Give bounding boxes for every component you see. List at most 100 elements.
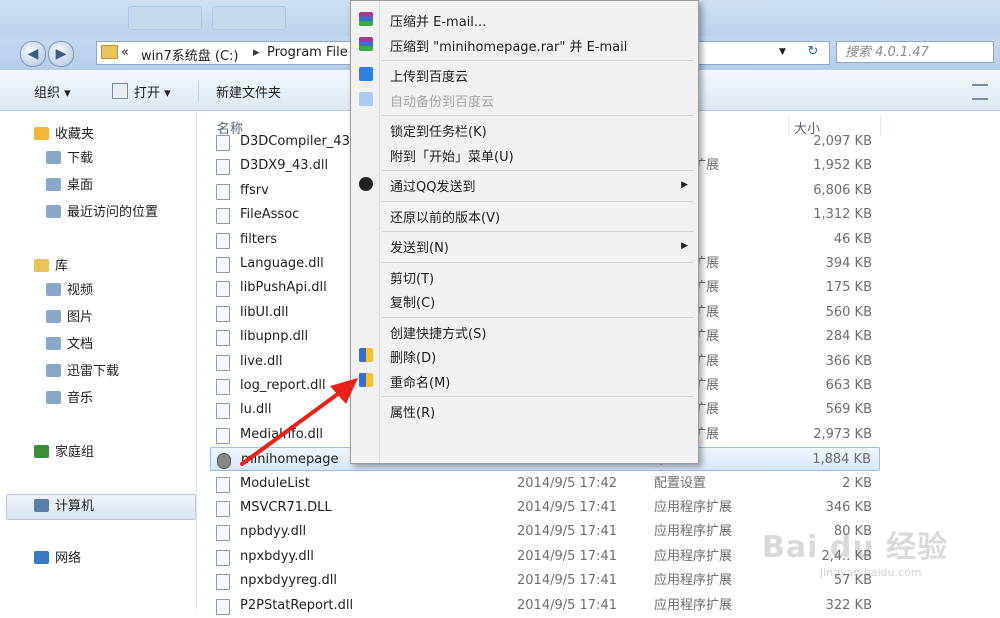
nav-item[interactable]: 文档 <box>46 334 93 356</box>
context-menu: 压缩并 E-mail... 压缩到 "minihomepage.rar" 并 E-… <box>350 0 699 464</box>
nav-group-0[interactable]: 收藏夹 <box>34 124 94 146</box>
file-name: ffsrv <box>240 182 269 198</box>
view-options-icon[interactable] <box>972 84 988 100</box>
qq-icon <box>359 177 373 191</box>
nav-item-label: 音乐 <box>67 391 94 406</box>
file-size: 46 KB <box>833 231 872 247</box>
file-icon <box>216 305 230 322</box>
nav-item[interactable]: 桌面 <box>46 175 93 197</box>
file-name: FileAssoc <box>240 207 300 223</box>
file-row[interactable]: MSVCR71.DLL 2014/9/5 17:41 应用程序扩展 346 KB <box>210 496 880 520</box>
file-row[interactable]: npxbdyyreg.dll 2014/9/5 17:41 应用程序扩展 57 KB <box>210 569 880 593</box>
file-icon <box>216 183 230 200</box>
menu-separator <box>382 115 694 116</box>
menu-item[interactable]: 上传到百度云 <box>390 66 468 85</box>
menu-item[interactable]: 压缩并 E-mail... <box>390 11 486 30</box>
file-type: 应用程序扩展 <box>654 573 733 589</box>
background-tab[interactable] <box>128 6 202 30</box>
menu-item[interactable]: 属性(R) <box>390 402 435 421</box>
menu-separator <box>382 316 694 318</box>
menu-separator <box>382 231 694 232</box>
nav-group-icon <box>34 259 49 272</box>
file-icon <box>216 476 230 493</box>
back-button[interactable]: ◀ <box>20 41 46 67</box>
menu-item[interactable]: 删除(D) <box>390 347 436 366</box>
file-date: 2014/9/5 17:42 <box>517 475 617 491</box>
menu-item[interactable]: 附到「开始」菜单(U) <box>390 146 514 165</box>
file-icon <box>216 159 230 176</box>
menu-separator <box>382 200 694 202</box>
file-type: 配置设置 <box>654 475 707 491</box>
nav-item[interactable]: 下载 <box>46 148 93 170</box>
nav-item[interactable]: 迅雷下载 <box>46 361 119 383</box>
nav-group-4[interactable]: 网络 <box>34 548 81 570</box>
menu-item[interactable]: 复制(C) <box>390 292 435 311</box>
file-size: 2,973 KB <box>813 426 872 442</box>
menu-item[interactable]: 剪切(T) <box>390 268 434 287</box>
folder-icon <box>101 45 118 59</box>
nav-item-icon <box>46 151 61 164</box>
address-dropdown-icon[interactable]: ▼ <box>779 47 786 57</box>
nav-item-icon <box>46 337 61 350</box>
new-folder-button[interactable]: 新建文件夹 <box>216 82 281 101</box>
file-date: 2014/9/5 17:41 <box>517 524 617 540</box>
open-button[interactable]: 打开 ▾ <box>134 82 171 101</box>
nav-group-label: 家庭组 <box>55 445 95 460</box>
menu-item[interactable]: 发送到(N) <box>390 237 449 256</box>
file-icon <box>216 281 230 298</box>
breadcrumb-program-files[interactable]: Program File <box>267 45 348 60</box>
file-size: 394 KB <box>825 256 872 271</box>
nav-group-2[interactable]: 家庭组 <box>34 442 94 464</box>
forward-button[interactable]: ▶ <box>48 41 74 67</box>
file-icon <box>216 501 230 517</box>
nav-item[interactable]: 最近访问的位置 <box>46 202 158 224</box>
nav-item-icon <box>46 283 61 296</box>
file-row[interactable]: P2PStatReport.dll 2014/9/5 17:41 应用程序扩展 322… <box>210 594 880 618</box>
nav-item-label: 图片 <box>67 310 94 325</box>
baidu-cloud-icon <box>359 67 373 81</box>
open-icon <box>112 83 128 99</box>
nav-item-label: 视频 <box>67 283 94 298</box>
back-arrow-icon: ◀ <box>27 46 39 62</box>
nav-item[interactable]: 音乐 <box>46 388 93 410</box>
watermark-url: jingyan.baidu.com <box>820 566 922 579</box>
shield-icon <box>359 348 373 362</box>
column-divider[interactable] <box>880 116 881 136</box>
breadcrumb-drive[interactable]: win7系统盘 (C:) <box>141 45 239 64</box>
nav-group-label: 计算机 <box>55 499 95 514</box>
nav-group-3[interactable]: 计算机 <box>34 496 94 518</box>
file-type: 应用程序扩展 <box>654 500 733 515</box>
menu-item[interactable]: 还原以前的版本(V) <box>390 207 500 226</box>
background-tab[interactable] <box>212 6 286 30</box>
menu-item[interactable]: 重命名(M) <box>390 372 450 391</box>
file-icon <box>216 208 230 225</box>
file-size: 2,097 KB <box>813 134 872 149</box>
nav-item-icon <box>46 178 61 191</box>
file-icon <box>216 598 230 615</box>
organize-button[interactable]: 组织 ▾ <box>34 82 71 101</box>
nav-group-1[interactable]: 库 <box>34 256 68 278</box>
file-name: libUI.dll <box>240 304 289 320</box>
file-name: npbdyy.dll <box>240 524 307 540</box>
search-input[interactable]: 搜索 4.0.1.47 <box>836 41 994 63</box>
menu-item[interactable]: 通过QQ发送到 <box>390 176 475 195</box>
file-date: 2014/9/5 17:41 <box>517 548 617 564</box>
nav-item[interactable]: 图片 <box>46 307 93 329</box>
refresh-icon: ↻ <box>807 44 819 59</box>
nav-group-label: 库 <box>55 259 69 274</box>
nav-item-icon <box>46 310 61 323</box>
menu-separator <box>382 60 694 61</box>
menu-item[interactable]: 压缩到 "minihomepage.rar" 并 E-mail <box>390 36 627 55</box>
address-overflow-chevron[interactable]: « <box>121 45 129 60</box>
file-type: 应用程序扩展 <box>654 548 733 564</box>
menu-item[interactable]: 创建快捷方式(S) <box>390 323 486 342</box>
file-name: filters <box>240 231 278 247</box>
refresh-button[interactable]: ↻ <box>802 42 824 62</box>
menu-item[interactable]: 锁定到任务栏(K) <box>390 121 487 140</box>
file-icon <box>217 453 231 470</box>
submenu-arrow-icon: ▶ <box>681 241 688 251</box>
nav-item[interactable]: 视频 <box>46 280 93 302</box>
file-size: 1,952 KB <box>813 158 872 174</box>
file-row[interactable]: ModuleList 2014/9/5 17:42 配置设置 2 KB <box>210 472 880 496</box>
menu-separator <box>382 396 694 397</box>
